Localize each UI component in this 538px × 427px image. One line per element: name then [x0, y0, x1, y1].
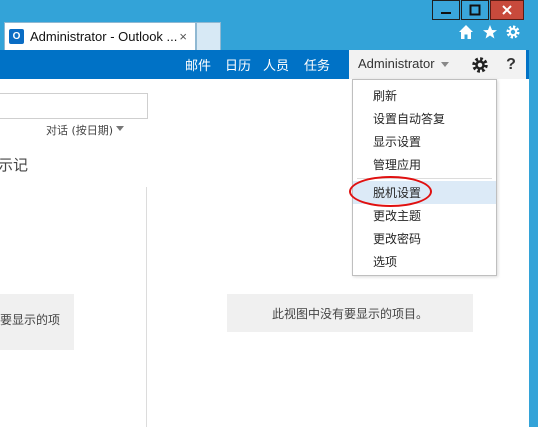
search-input[interactable]	[0, 93, 148, 119]
list-empty-text: 要显示的项	[0, 313, 60, 327]
tab-close-button[interactable]: ×	[179, 29, 187, 44]
maximize-icon	[469, 4, 481, 16]
menu-item-refresh[interactable]: 刷新	[353, 84, 496, 107]
minimize-icon	[441, 12, 451, 14]
folder-title: 示记	[0, 156, 29, 174]
maximize-button[interactable]	[461, 0, 489, 20]
close-icon	[502, 5, 512, 15]
nav-people[interactable]: 人员	[263, 55, 289, 74]
nav-mail[interactable]: 邮件	[185, 55, 211, 74]
menu-item-change-password[interactable]: 更改密码	[353, 227, 496, 250]
browser-chrome: O Administrator - Outlook ... ×	[0, 0, 538, 50]
tab-title: Administrator - Outlook ...	[30, 29, 178, 44]
user-name: Administrator	[358, 56, 435, 71]
user-menu-button[interactable]: Administrator	[349, 50, 464, 79]
home-icon[interactable]	[458, 24, 474, 45]
menu-item-display-settings[interactable]: 显示设置	[353, 130, 496, 153]
minimize-button[interactable]	[432, 0, 460, 20]
menu-item-auto-reply[interactable]: 设置自动答复	[353, 107, 496, 130]
outlook-favicon-icon: O	[9, 29, 24, 44]
sort-chevron-down-icon[interactable]	[116, 126, 124, 131]
gear-icon[interactable]	[505, 24, 521, 45]
menu-item-manage-apps[interactable]: 管理应用	[353, 153, 496, 176]
help-button[interactable]: ?	[496, 50, 526, 79]
reading-pane-empty-notice: 此视图中没有要显示的项目。	[227, 294, 473, 332]
settings-gear-icon	[472, 56, 488, 73]
list-empty-notice: 要显示的项	[0, 294, 74, 350]
reading-pane-empty-text: 此视图中没有要显示的项目。	[271, 306, 428, 321]
star-icon[interactable]	[482, 24, 498, 45]
nav-tasks[interactable]: 任务	[304, 55, 330, 74]
nav-calendar[interactable]: 日历	[225, 55, 251, 74]
close-window-button[interactable]	[490, 0, 524, 20]
settings-gear-button[interactable]	[464, 50, 496, 79]
annotation-circle	[349, 176, 432, 207]
pane-divider	[146, 187, 147, 427]
outlook-navbar: 邮件 日历 人员 任务 Administrator ?	[0, 50, 538, 79]
new-tab-button[interactable]	[196, 22, 221, 50]
chevron-down-icon	[440, 62, 449, 68]
sort-label[interactable]: 对话 (按日期)	[46, 122, 113, 138]
menu-item-options[interactable]: 选项	[353, 250, 496, 273]
browser-tab[interactable]: O Administrator - Outlook ... ×	[4, 22, 196, 50]
window-frame-right	[529, 0, 538, 427]
menu-item-change-theme[interactable]: 更改主题	[353, 204, 496, 227]
